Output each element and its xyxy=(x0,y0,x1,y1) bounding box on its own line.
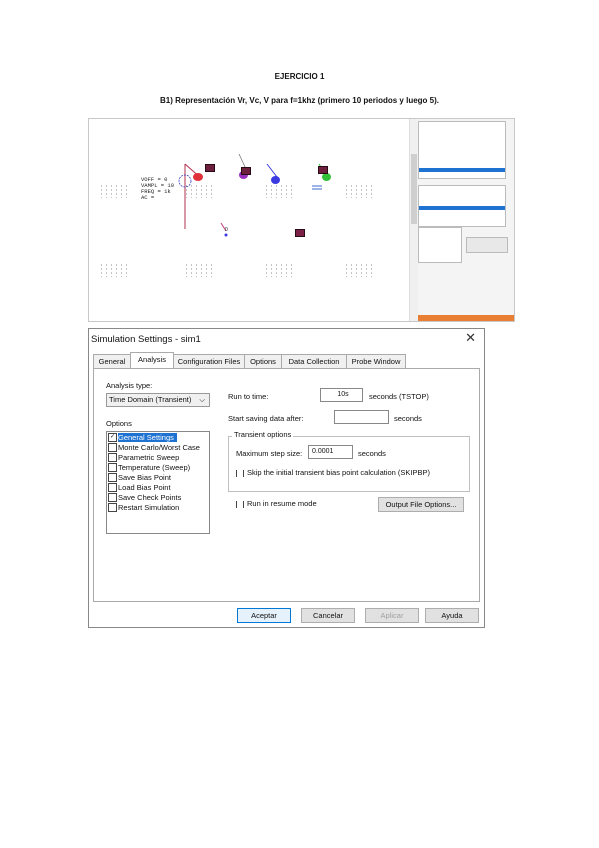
document-title: EJERCICIO 1 xyxy=(274,72,325,81)
transient-options-title: Transient options xyxy=(232,430,294,439)
voltage-marker-icon xyxy=(241,167,251,175)
tab-general[interactable]: General xyxy=(93,354,131,368)
probe-red-icon xyxy=(193,173,203,181)
option-monte-carlo[interactable]: Monte Carlo/Worst Case xyxy=(108,442,200,453)
analysis-type-select[interactable]: Time Domain (Transient) ⌵ xyxy=(106,393,210,407)
scrollbar-thumb[interactable] xyxy=(411,154,417,224)
checkbox-icon[interactable] xyxy=(108,472,117,482)
output-file-options-button[interactable]: Output File Options... xyxy=(378,497,464,512)
preview-field xyxy=(466,237,508,253)
start-saving-label: Start saving data after: xyxy=(228,414,304,423)
tab-configuration-files[interactable]: Configuration Files xyxy=(173,354,245,368)
run-resume-option[interactable]: Run in resume mode xyxy=(236,499,317,508)
max-step-units: seconds xyxy=(358,449,386,458)
analysis-type-value: Time Domain (Transient) xyxy=(109,395,192,404)
analysis-panel: Analysis type: Time Domain (Transient) ⌵… xyxy=(93,368,480,602)
ground-label: 0 xyxy=(225,227,228,233)
max-step-label: Maximum step size: xyxy=(236,449,303,458)
schematic-scrollbar[interactable] xyxy=(409,119,418,321)
side-panel xyxy=(418,119,514,321)
probe-blue-icon xyxy=(271,176,280,184)
apply-button[interactable]: Aplicar xyxy=(365,608,419,623)
tab-analysis[interactable]: Analysis xyxy=(130,352,174,369)
start-saving-units: seconds xyxy=(394,414,422,423)
analysis-type-label: Analysis type: xyxy=(106,381,153,390)
option-general-settings[interactable]: ✓ General Settings xyxy=(108,432,177,443)
option-load-bias-point[interactable]: Load Bias Point xyxy=(108,482,171,493)
options-label: Options xyxy=(106,419,132,428)
options-list[interactable]: ✓ General Settings Monte Carlo/Worst Case… xyxy=(106,431,210,534)
checkbox-icon[interactable] xyxy=(108,492,117,502)
run-to-time-units: seconds (TSTOP) xyxy=(369,392,429,401)
simulation-settings-dialog: Simulation Settings - sim1 ✕ General Ana… xyxy=(88,328,485,628)
side-panel-list xyxy=(418,121,506,179)
schematic-canvas: VOFF = 0 VAMPL = 10 FREQ = 1k AC = 0 xyxy=(89,119,409,321)
tab-probe-window[interactable]: Probe Window xyxy=(346,354,406,368)
selected-row xyxy=(419,168,505,172)
tab-options[interactable]: Options xyxy=(244,354,282,368)
option-save-check-points[interactable]: Save Check Points xyxy=(108,492,181,503)
option-restart-simulation[interactable]: Restart Simulation xyxy=(108,502,179,513)
skip-bias-option[interactable]: Skip the initial transient bias point ca… xyxy=(236,468,430,477)
option-parametric-sweep[interactable]: Parametric Sweep xyxy=(108,452,179,463)
side-panel-list-2 xyxy=(418,185,506,227)
cancel-button[interactable]: Cancelar xyxy=(301,608,355,623)
run-to-time-input[interactable]: 10s xyxy=(320,388,363,402)
status-bar xyxy=(418,315,514,321)
help-button[interactable]: Ayuda xyxy=(425,608,479,623)
max-step-input[interactable]: 0.0001 xyxy=(308,445,353,459)
voltage-marker-icon xyxy=(295,229,305,237)
tab-data-collection[interactable]: Data Collection xyxy=(281,354,347,368)
checkbox-icon[interactable] xyxy=(108,442,117,452)
selected-row xyxy=(419,206,505,210)
voltage-marker-icon xyxy=(205,164,215,172)
checkbox-icon[interactable] xyxy=(236,469,244,477)
close-icon[interactable]: ✕ xyxy=(465,330,476,346)
document-subtitle: B1) Representación Vr, Vc, V para f=1khz… xyxy=(160,96,439,105)
checkbox-checked-icon[interactable]: ✓ xyxy=(108,432,117,442)
checkbox-icon[interactable] xyxy=(236,500,244,508)
probe-green-icon xyxy=(322,173,331,181)
checkbox-icon[interactable] xyxy=(108,482,117,492)
symbol-preview xyxy=(418,227,462,263)
run-to-time-label: Run to time: xyxy=(228,392,269,401)
voltage-marker-icon xyxy=(318,166,328,174)
accept-button[interactable]: Aceptar xyxy=(237,608,291,623)
checkbox-icon[interactable] xyxy=(108,452,117,462)
checkbox-icon[interactable] xyxy=(108,502,117,512)
schematic-screenshot: VOFF = 0 VAMPL = 10 FREQ = 1k AC = 0 xyxy=(88,118,515,322)
checkbox-icon[interactable] xyxy=(108,462,117,472)
chevron-down-icon: ⌵ xyxy=(199,395,205,404)
schematic-wires xyxy=(178,153,328,237)
option-temperature-sweep[interactable]: Temperature (Sweep) xyxy=(108,462,190,473)
dialog-title: Simulation Settings - sim1 xyxy=(91,334,201,345)
option-save-bias-point[interactable]: Save Bias Point xyxy=(108,472,171,483)
start-saving-input[interactable] xyxy=(334,410,389,424)
